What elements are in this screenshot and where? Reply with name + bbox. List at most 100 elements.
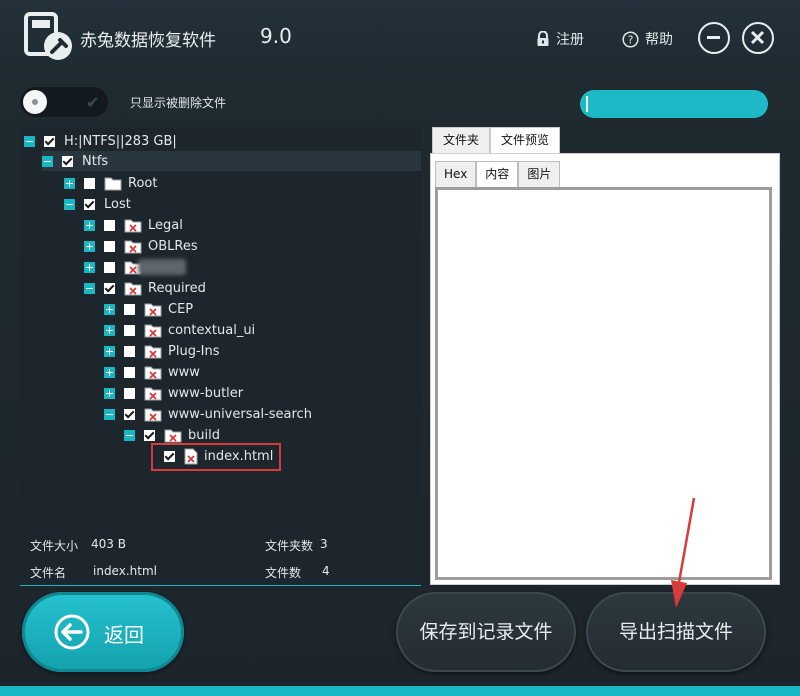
app-logo-icon xyxy=(24,12,72,60)
help-link[interactable]: ? 帮助 xyxy=(622,29,673,49)
tree-checkbox[interactable] xyxy=(144,429,155,441)
tree-item-label: H:|NTFS||283 GB| xyxy=(64,133,177,149)
tree-checkbox[interactable] xyxy=(124,366,135,378)
app-window: 赤兔数据恢复软件 9.0 注册 ? 帮助 ✔ 只显示被删除文件 H:|NTFS|… xyxy=(0,0,800,696)
tree-row-www-butler[interactable]: www-butler xyxy=(104,383,243,403)
tree-item-label: www-universal-search xyxy=(168,406,312,422)
tree-row-cep[interactable]: CEP xyxy=(104,299,193,319)
save-to-log-button[interactable]: 保存到记录文件 xyxy=(396,592,576,672)
folder-count-value: 3 xyxy=(320,537,328,551)
tree-row-root[interactable]: Root xyxy=(64,173,157,193)
deleted-only-toggle[interactable]: ✔ xyxy=(20,87,108,117)
expand-icon[interactable] xyxy=(104,303,115,315)
arrow-left-icon xyxy=(54,614,90,650)
expand-icon[interactable] xyxy=(104,366,115,378)
tree-checkbox[interactable] xyxy=(104,240,115,252)
tree-checkbox[interactable] xyxy=(124,387,135,399)
help-icon: ? xyxy=(622,30,639,48)
bottom-status-strip xyxy=(0,686,800,696)
check-icon: ✔ xyxy=(86,93,100,112)
subtab-content[interactable]: 内容 xyxy=(476,161,519,187)
back-label: 返回 xyxy=(104,623,144,647)
deleted-folder-icon xyxy=(124,240,142,253)
file-name-label: 文件名 xyxy=(30,566,67,580)
expand-icon[interactable] xyxy=(104,387,115,399)
tree-checkbox[interactable] xyxy=(124,408,135,420)
tree-checkbox[interactable] xyxy=(62,155,73,167)
collapse-icon[interactable] xyxy=(104,408,115,420)
tree-item-label: Root xyxy=(128,175,158,191)
minus-icon xyxy=(707,36,720,39)
folder-icon xyxy=(104,177,122,190)
tree-row-lost[interactable]: Lost xyxy=(64,194,131,214)
tree-checkbox[interactable] xyxy=(44,135,55,147)
blurred-label xyxy=(138,259,186,275)
expand-icon[interactable] xyxy=(104,324,115,336)
file-tree-panel: H:|NTFS||283 GB| Ntfs Root Lost Legal OB… xyxy=(20,128,421,528)
search-input[interactable] xyxy=(580,90,768,118)
expand-icon[interactable] xyxy=(64,177,75,189)
app-title: 赤兔数据恢复软件 xyxy=(80,31,216,51)
tree-checkbox[interactable] xyxy=(104,261,115,273)
title-bar: 赤兔数据恢复软件 9.0 注册 ? 帮助 xyxy=(0,0,800,76)
collapse-icon[interactable] xyxy=(84,282,95,294)
tree-row-ntfs[interactable]: Ntfs xyxy=(42,151,421,171)
folder-count-label: 文件夹数 xyxy=(265,539,314,553)
tree-row-redacted[interactable] xyxy=(84,257,186,277)
app-version: 9.0 xyxy=(260,24,292,48)
tree-row-legal[interactable]: Legal xyxy=(84,215,183,235)
tree-row-plug-ins[interactable]: Plug-Ins xyxy=(104,341,219,361)
tree-row-drive[interactable]: H:|NTFS||283 GB| xyxy=(24,131,421,151)
expand-icon[interactable] xyxy=(84,240,95,252)
expand-icon[interactable] xyxy=(84,261,95,273)
file-name-value: index.html xyxy=(93,564,157,578)
tree-item-label: Required xyxy=(148,280,206,296)
preview-content-area[interactable] xyxy=(435,187,772,580)
preview-subtabs: Hex 内容 图片 xyxy=(435,161,561,187)
tree-row-required[interactable]: Required xyxy=(84,278,206,298)
tab-folder[interactable]: 文件夹 xyxy=(432,127,491,153)
tree-checkbox[interactable] xyxy=(124,324,135,336)
tree-checkbox[interactable] xyxy=(124,345,135,357)
tree-checkbox[interactable] xyxy=(84,177,95,189)
export-scan-button[interactable]: 导出扫描文件 xyxy=(586,592,766,672)
tree-checkbox[interactable] xyxy=(104,282,115,294)
back-button[interactable]: 返回 xyxy=(22,592,184,672)
collapse-icon[interactable] xyxy=(64,198,75,210)
deleted-folder-icon xyxy=(164,429,182,442)
tree-row-contextual-ui[interactable]: contextual_ui xyxy=(104,320,255,340)
register-link[interactable]: 注册 xyxy=(536,29,584,49)
file-stats-panel: 文件大小 403 B 文件夹数 3 文件名 index.html 文件数 4 xyxy=(20,528,421,586)
tab-file-preview[interactable]: 文件预览 xyxy=(490,127,561,154)
tree-item-label: build xyxy=(188,427,220,443)
collapse-icon[interactable] xyxy=(42,155,53,167)
file-count-value: 4 xyxy=(322,564,330,578)
tree-checkbox[interactable] xyxy=(84,198,95,210)
close-icon xyxy=(750,30,765,45)
deleted-folder-icon xyxy=(144,345,162,358)
help-label: 帮助 xyxy=(645,32,673,48)
close-button[interactable] xyxy=(742,22,774,54)
collapse-icon[interactable] xyxy=(24,135,35,147)
expand-icon[interactable] xyxy=(104,345,115,357)
tree-item-label: Plug-Ins xyxy=(168,343,220,359)
toggle-knob xyxy=(23,90,47,114)
tree-checkbox[interactable] xyxy=(104,219,115,231)
lock-icon xyxy=(537,31,549,46)
tree-row-build[interactable]: build xyxy=(124,425,220,445)
deleted-folder-icon xyxy=(124,219,142,232)
tree-item-label: Legal xyxy=(148,217,183,233)
collapse-icon[interactable] xyxy=(124,429,135,441)
subtab-hex[interactable]: Hex xyxy=(435,161,477,187)
selection-highlight-box xyxy=(151,443,281,471)
minimize-button[interactable] xyxy=(698,22,730,54)
deleted-folder-icon xyxy=(144,387,162,400)
tree-row-www[interactable]: www xyxy=(104,362,200,382)
tree-checkbox[interactable] xyxy=(124,303,135,315)
subtab-image[interactable]: 图片 xyxy=(518,161,561,187)
tree-row-oblres[interactable]: OBLRes xyxy=(84,236,198,256)
deleted-only-label: 只显示被删除文件 xyxy=(130,96,227,110)
expand-icon[interactable] xyxy=(84,219,95,231)
register-label: 注册 xyxy=(556,32,584,48)
tree-row-www-universal-search[interactable]: www-universal-search xyxy=(104,404,312,424)
